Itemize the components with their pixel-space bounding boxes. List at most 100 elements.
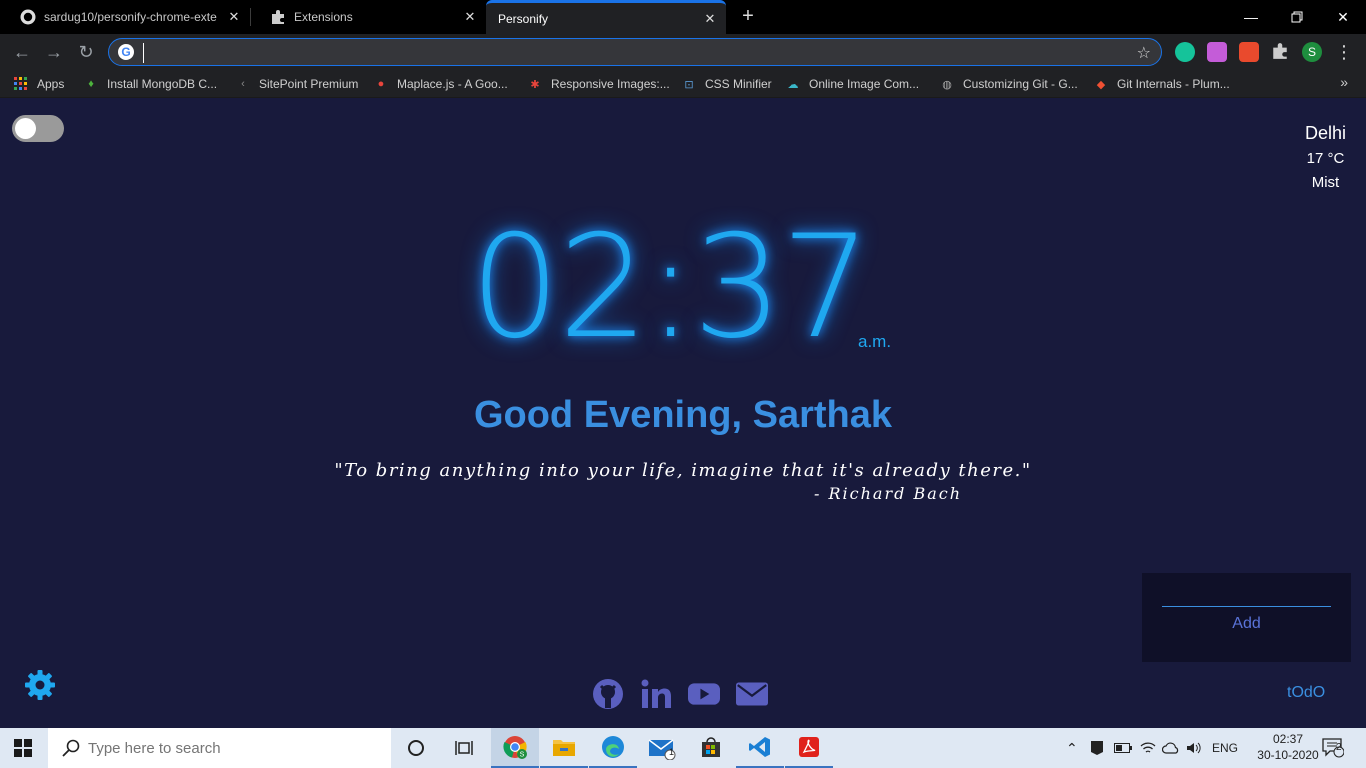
google-icon: G	[118, 44, 134, 60]
taskbar-file-explorer[interactable]	[540, 728, 588, 768]
taskbar-acrobat[interactable]	[785, 728, 833, 768]
greeting: Good Evening, Sarthak	[473, 394, 893, 436]
mail-icon[interactable]	[736, 678, 768, 710]
store-icon	[702, 737, 720, 757]
profile-avatar[interactable]: S	[1302, 42, 1322, 62]
tab-title: sardug10/personify-chrome-exte	[44, 10, 217, 24]
cloud-icon: ☁	[787, 78, 799, 91]
bookmark-git-internals[interactable]: ◆ Git Internals - Plum...	[1094, 75, 1230, 93]
address-input[interactable]	[143, 43, 1103, 63]
bookmark-maplace[interactable]: ● Maplace.js - A Goo...	[374, 75, 508, 93]
windows-taskbar: S 1 ⌃ ENG 02:37 30-10-2020 2	[0, 728, 1366, 768]
tray-onedrive[interactable]	[1162, 728, 1180, 768]
bookmark-sitepoint[interactable]: ‹ SitePoint Premium	[236, 75, 358, 93]
tray-battery[interactable]	[1114, 728, 1132, 768]
tab-strip: sardug10/personify-chrome-exte ✕ Extensi…	[0, 0, 1366, 34]
bookmark-star-icon[interactable]: ☆	[1137, 43, 1151, 63]
weather-widget: Delhi 17 °C Mist	[1305, 123, 1346, 191]
reload-button[interactable]: ↻	[74, 40, 98, 64]
git-icon: ◆	[1096, 78, 1106, 91]
bookmark-image-compressor[interactable]: ☁ Online Image Com...	[786, 75, 920, 93]
extensions-puzzle-icon[interactable]	[1271, 42, 1291, 62]
taskbar-store[interactable]	[687, 728, 735, 768]
clock-ampm: a.m.	[858, 332, 892, 351]
personify-page: Delhi 17 °C Mist 02:37 a.m. Good Evening…	[0, 98, 1366, 728]
search-input[interactable]	[88, 739, 378, 757]
grammarly-icon[interactable]	[1175, 42, 1195, 62]
weather-desc: Mist	[1311, 174, 1340, 191]
weather-temp: 17 °C	[1306, 150, 1345, 167]
extension-icon[interactable]	[1207, 42, 1227, 62]
task-view-button[interactable]	[440, 728, 488, 768]
tray-wifi[interactable]	[1140, 728, 1156, 768]
taskbar-search[interactable]	[48, 728, 391, 768]
tab-extensions[interactable]: Extensions ✕	[250, 0, 486, 34]
forward-button[interactable]: →	[42, 40, 66, 64]
todo-input[interactable]	[1162, 587, 1331, 607]
bookmark-mongodb[interactable]: ♦ Install MongoDB C...	[84, 75, 217, 93]
add-todo-button[interactable]: Add	[1142, 615, 1351, 633]
restore-button[interactable]	[1274, 0, 1320, 34]
weather-city: Delhi	[1304, 123, 1346, 143]
windows-start-icon[interactable]	[14, 739, 32, 757]
extension-icon[interactable]	[1239, 42, 1259, 62]
github-icon	[20, 9, 36, 25]
youtube-icon[interactable]	[688, 678, 720, 710]
quote-author: - Richard Bach	[814, 484, 962, 503]
todo-toggle-button[interactable]: tOdO	[1287, 684, 1325, 702]
social-links	[592, 678, 768, 710]
tab-title: Extensions	[294, 10, 353, 24]
tray-epic-games[interactable]	[1090, 728, 1104, 768]
bookmark-apps[interactable]: Apps	[14, 75, 64, 93]
bookmark-customizing-git[interactable]: ◍ Customizing Git - G...	[940, 75, 1078, 93]
action-center-button[interactable]: 2	[1322, 728, 1344, 768]
folder-icon	[553, 740, 575, 756]
close-icon[interactable]: ✕	[226, 9, 242, 25]
taskbar-chrome[interactable]: S	[491, 728, 539, 768]
gear-icon[interactable]	[24, 669, 56, 701]
tray-time: 02:37	[1272, 732, 1304, 746]
chrome-icon: S	[503, 736, 527, 759]
tray-clock[interactable]: 02:37 30-10-2020	[1256, 731, 1320, 763]
minimize-button[interactable]: —	[1228, 0, 1274, 34]
browser-toolbar: ← → ↻ G ☆ S ⋮	[0, 34, 1366, 70]
new-tab-button[interactable]: +	[738, 6, 758, 27]
tab-personify[interactable]: Personify ✕	[486, 0, 726, 34]
svg-text:S: S	[520, 752, 525, 759]
apps-grid-icon	[14, 77, 28, 91]
back-button[interactable]: ←	[10, 40, 34, 64]
taskbar-edge[interactable]	[589, 728, 637, 768]
show-hidden-icons-button[interactable]: ⌃	[1066, 728, 1078, 768]
address-bar[interactable]: G ☆	[108, 38, 1162, 66]
taskbar-mail[interactable]: 1	[638, 728, 686, 768]
bookmark-responsive-images[interactable]: ✱ Responsive Images:...	[528, 75, 669, 93]
window-close-button[interactable]: ✕	[1320, 0, 1366, 34]
wifi-icon	[1140, 742, 1156, 753]
mail-badge: 1	[669, 747, 675, 757]
linkedin-icon[interactable]	[640, 678, 672, 710]
tray-date: 30-10-2020	[1257, 748, 1319, 762]
map-pin-icon: ●	[377, 78, 385, 90]
bookmark-css-minifier[interactable]: ⊡ CSS Minifier	[682, 75, 771, 93]
speaker-icon	[1187, 742, 1201, 754]
tray-volume[interactable]	[1186, 728, 1202, 768]
tab-title: Personify	[498, 11, 549, 26]
menu-kebab-icon[interactable]: ⋮	[1332, 40, 1356, 64]
quote-text: "To bring anything into your life, imagi…	[334, 460, 1032, 481]
taskbar-vscode[interactable]	[736, 728, 784, 768]
close-icon[interactable]: ✕	[702, 11, 718, 27]
pdf-icon	[799, 737, 819, 757]
github-icon[interactable]	[592, 678, 624, 710]
chevron-up-icon: ⌃	[1066, 739, 1078, 756]
theme-toggle[interactable]	[12, 115, 64, 142]
vscode-icon	[749, 737, 770, 757]
close-icon[interactable]: ✕	[462, 9, 478, 25]
chevron-right-icon[interactable]: »	[1340, 74, 1348, 90]
css-icon: ⊡	[684, 78, 694, 91]
tab-github[interactable]: sardug10/personify-chrome-exte ✕	[0, 0, 250, 34]
task-view-icon	[455, 741, 473, 755]
notification-count: 2	[1336, 742, 1342, 753]
todo-panel: Add	[1142, 573, 1351, 662]
tray-language[interactable]: ENG	[1212, 728, 1238, 768]
cortana-button[interactable]	[392, 728, 440, 768]
